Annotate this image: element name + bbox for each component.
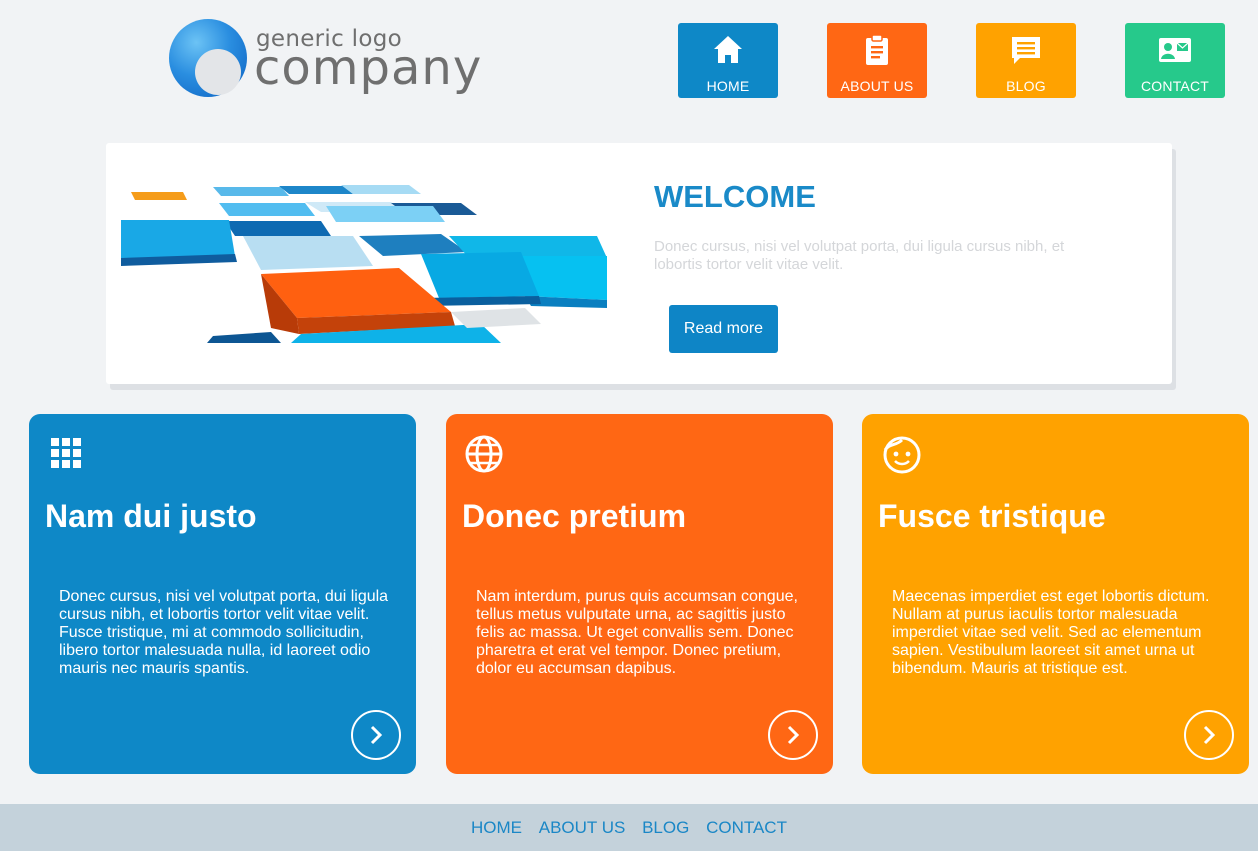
card-title: Donec pretium	[462, 498, 687, 534]
nav-contact-label: CONTACT	[1140, 78, 1210, 94]
card-more-button[interactable]	[768, 710, 818, 760]
nav-about-button[interactable]: ABOUT US	[827, 23, 927, 98]
feature-card-1: Nam dui justo Donec cursus, nisi vel vol…	[29, 414, 416, 774]
nav-about-label: ABOUT US	[840, 78, 914, 94]
logo-mark-icon	[169, 19, 247, 97]
company-logo[interactable]: generic logo company	[169, 18, 489, 100]
home-icon	[714, 36, 742, 63]
card-title: Fusce tristique	[878, 498, 1106, 534]
hero-text: Donec cursus, nisi vel volutpat porta, d…	[654, 238, 1065, 273]
card-more-button[interactable]	[351, 710, 401, 760]
chevron-right-icon	[370, 725, 383, 745]
card-text: Maecenas imperdiet est eget lobortis dic…	[892, 588, 1210, 677]
tiles-illustration	[121, 185, 607, 343]
card-more-button[interactable]	[1184, 710, 1234, 760]
read-more-button[interactable]: Read more	[669, 305, 778, 353]
footer-link-contact[interactable]: CONTACT	[706, 818, 787, 837]
chevron-right-icon	[1203, 725, 1216, 745]
comment-icon	[1012, 37, 1040, 64]
hero-title: WELCOME	[654, 179, 816, 214]
welcome-hero: WELCOME Donec cursus, nisi vel volutpat …	[106, 143, 1172, 384]
footer-link-home[interactable]: HOME	[471, 818, 522, 837]
clipboard-icon	[866, 34, 888, 65]
smiley-face-icon	[883, 436, 921, 474]
nav-home-label: HOME	[706, 78, 750, 94]
contact-card-icon	[1159, 38, 1191, 62]
globe-icon	[465, 435, 503, 473]
feature-card-3: Fusce tristique Maecenas imperdiet est e…	[862, 414, 1249, 774]
footer-link-blog[interactable]: BLOG	[642, 818, 689, 837]
grid-icon	[51, 438, 81, 468]
nav-home-button[interactable]: HOME	[678, 23, 778, 98]
footer-link-about[interactable]: ABOUT US	[539, 818, 626, 837]
footer: HOME ABOUT US BLOG CONTACT	[0, 804, 1258, 851]
chevron-right-icon	[787, 725, 800, 745]
card-text: Donec cursus, nisi vel volutpat porta, d…	[59, 588, 389, 677]
nav-blog-button[interactable]: BLOG	[976, 23, 1076, 98]
nav-blog-label: BLOG	[1006, 78, 1046, 94]
nav-contact-button[interactable]: CONTACT	[1125, 23, 1225, 98]
card-title: Nam dui justo	[45, 498, 257, 534]
feature-card-2: Donec pretium Nam interdum, purus quis a…	[446, 414, 833, 774]
logo-big-text: company	[254, 40, 483, 96]
card-text: Nam interdum, purus quis accumsan congue…	[476, 588, 798, 677]
footer-nav: HOME ABOUT US BLOG CONTACT	[0, 818, 1258, 838]
